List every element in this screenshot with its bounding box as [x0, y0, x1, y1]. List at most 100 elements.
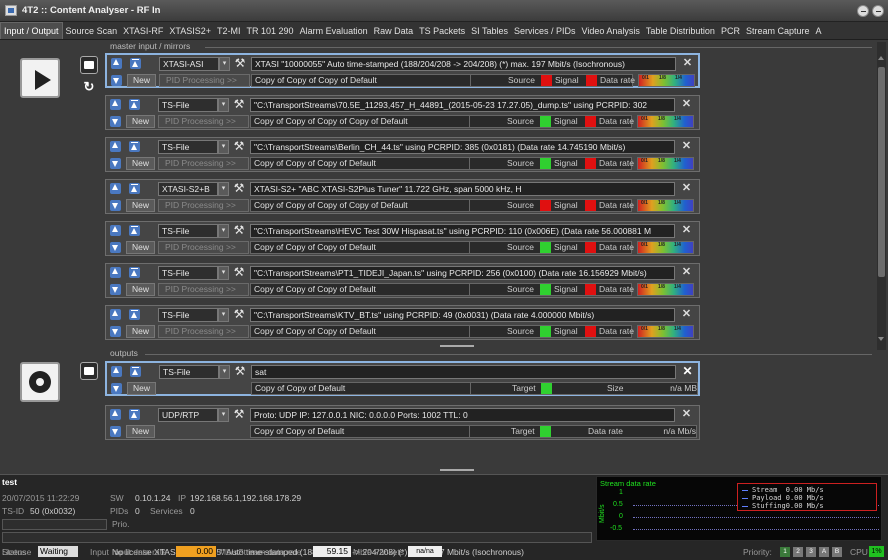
scroll-thumb[interactable]: [878, 67, 885, 277]
move-up-icon[interactable]: [111, 58, 122, 69]
chevron-down-icon[interactable]: ▾: [219, 365, 230, 379]
output-description[interactable]: Proto: UDP IP: 127.0.0.1 NIC: 0.0.0.0 Po…: [250, 408, 675, 422]
source-type-select[interactable]: TS-File: [158, 140, 218, 154]
move-top-icon[interactable]: [129, 183, 140, 194]
record-button[interactable]: [20, 362, 60, 402]
new-button[interactable]: New: [126, 425, 155, 438]
profile-field[interactable]: Copy of Copy of Copy of Default: [250, 325, 470, 338]
input-row[interactable]: New XTASI-ASI ▾ ⚒ XTASI "10000055" Auto time…: [105, 53, 700, 88]
tools-icon[interactable]: ⚒: [233, 264, 245, 280]
tab-services-pids[interactable]: Services / PIDs: [511, 23, 579, 39]
output-row[interactable]: New TS-File ▾ ⚒ sat ✕ Copy of Copy of Default T…: [105, 361, 700, 396]
source-description[interactable]: "C:\TransportStreams\HEVC Test 30W Hispa…: [250, 224, 675, 238]
tab-raw-data[interactable]: Raw Data: [371, 23, 417, 39]
priority-button[interactable]: A: [819, 547, 829, 557]
new-button[interactable]: New: [126, 199, 155, 212]
chevron-down-icon[interactable]: ▾: [218, 98, 229, 112]
move-down-icon[interactable]: [110, 242, 121, 253]
source-description[interactable]: XTASI "10000055" Auto time-stamped (188/…: [251, 57, 676, 71]
move-top-icon[interactable]: [129, 225, 140, 236]
priority-button[interactable]: 3: [806, 547, 816, 557]
pid-processing-button[interactable]: PID Processing >>: [158, 199, 249, 212]
output-row[interactable]: New UDP/RTP ▾ ⚒ Proto: UDP IP: 127.0.0.1 NIC…: [105, 405, 700, 440]
close-icon[interactable]: ✕: [681, 364, 694, 378]
refresh-icon[interactable]: ↻: [81, 80, 97, 94]
tab-t2-mi[interactable]: T2-MI: [214, 23, 244, 39]
move-top-icon[interactable]: [129, 409, 140, 420]
new-button[interactable]: New: [126, 283, 155, 296]
source-description[interactable]: "C:\TransportStreams\Berlin_CH_44.ts" us…: [250, 140, 675, 154]
profile-field[interactable]: Copy of Copy of Copy of Default: [251, 74, 471, 87]
move-top-icon[interactable]: [129, 141, 140, 152]
source-description[interactable]: "C:\TransportStreams\PT1_TIDEJI_Japan.ts…: [250, 266, 675, 280]
tab-a[interactable]: A: [812, 23, 824, 39]
pid-processing-button[interactable]: PID Processing >>: [158, 325, 249, 338]
priority-button[interactable]: B: [832, 547, 842, 557]
pid-processing-button[interactable]: PID Processing >>: [158, 241, 249, 254]
tab-si-tables[interactable]: SI Tables: [468, 23, 511, 39]
stop-button[interactable]: [80, 56, 98, 74]
priority-button[interactable]: 2: [793, 547, 803, 557]
input-row[interactable]: New TS-File ▾ ⚒ "C:\TransportStreams\PT1_TID…: [105, 263, 700, 298]
move-top-icon[interactable]: [130, 58, 141, 69]
tab-tr-101-290[interactable]: TR 101 290: [244, 23, 297, 39]
move-up-icon[interactable]: [110, 141, 121, 152]
new-button[interactable]: New: [126, 115, 155, 128]
profile-field[interactable]: Copy of Copy of Default: [251, 382, 471, 395]
pid-processing-button[interactable]: PID Processing >>: [158, 283, 249, 296]
scroll-down-icon[interactable]: [878, 337, 884, 341]
chevron-down-icon[interactable]: ▾: [219, 57, 230, 71]
chevron-down-icon[interactable]: ▾: [218, 266, 229, 280]
tools-icon[interactable]: ⚒: [234, 55, 246, 71]
close-window-button[interactable]: [872, 5, 884, 17]
profile-field[interactable]: Copy of Copy of Default: [250, 425, 470, 438]
move-up-icon[interactable]: [110, 309, 121, 320]
splitter-handle[interactable]: [440, 469, 474, 471]
close-icon[interactable]: ✕: [680, 407, 693, 421]
pid-processing-button[interactable]: PID Processing >>: [159, 74, 250, 87]
tab-input-output[interactable]: Input / Output: [0, 22, 63, 39]
move-up-icon[interactable]: [110, 409, 121, 420]
source-type-select[interactable]: XTASI-S2+B: [158, 182, 218, 196]
close-icon[interactable]: ✕: [680, 181, 693, 195]
minimize-button[interactable]: [857, 5, 869, 17]
close-icon[interactable]: ✕: [680, 223, 693, 237]
chevron-down-icon[interactable]: ▾: [218, 182, 229, 196]
profile-field[interactable]: Copy of Copy of Copy of Default: [250, 157, 470, 170]
new-button[interactable]: New: [126, 325, 155, 338]
move-down-icon[interactable]: [110, 426, 121, 437]
tab-source-scan[interactable]: Source Scan: [63, 23, 121, 39]
close-icon[interactable]: ✕: [680, 265, 693, 279]
tab-xtasis2[interactable]: XTASIS2+: [166, 23, 214, 39]
tools-icon[interactable]: ⚒: [233, 180, 245, 196]
chevron-down-icon[interactable]: ▾: [218, 408, 229, 422]
move-down-icon[interactable]: [110, 200, 121, 211]
profile-field[interactable]: Copy of Copy of Copy of Default: [250, 283, 470, 296]
tab-table-distribution[interactable]: Table Distribution: [643, 23, 718, 39]
source-description[interactable]: XTASI-S2+ "ABC XTASI-S2Plus Tuner" 11.72…: [250, 182, 675, 196]
new-button[interactable]: New: [126, 241, 155, 254]
input-row[interactable]: New TS-File ▾ ⚒ "C:\TransportStreams\70.5E_1…: [105, 95, 700, 130]
source-type-select[interactable]: TS-File: [158, 224, 218, 238]
pid-processing-button[interactable]: PID Processing >>: [158, 115, 249, 128]
profile-field[interactable]: Copy of Copy of Copy of Copy of Default: [250, 199, 470, 212]
move-up-icon[interactable]: [110, 183, 121, 194]
source-description[interactable]: "C:\TransportStreams\KTV_BT.ts" using PC…: [250, 308, 675, 322]
tools-icon[interactable]: ⚒: [233, 138, 245, 154]
new-button[interactable]: New: [127, 74, 156, 87]
tools-icon[interactable]: ⚒: [233, 222, 245, 238]
chevron-down-icon[interactable]: ▾: [218, 308, 229, 322]
new-button[interactable]: New: [127, 382, 156, 395]
tab-pcr[interactable]: PCR: [718, 23, 743, 39]
tab-alarm-evaluation[interactable]: Alarm Evaluation: [297, 23, 371, 39]
move-up-icon[interactable]: [110, 225, 121, 236]
source-description[interactable]: "C:\TransportStreams\70.5E_11293,457_H_4…: [250, 98, 675, 112]
profile-field[interactable]: Copy of Copy of Copy of Copy of Default: [250, 115, 470, 128]
move-down-icon[interactable]: [111, 75, 122, 86]
input-row[interactable]: New TS-File ▾ ⚒ "C:\TransportStreams\HEVC Te…: [105, 221, 700, 256]
tab-ts-packets[interactable]: TS Packets: [416, 23, 468, 39]
close-icon[interactable]: ✕: [680, 139, 693, 153]
tab-video-analysis[interactable]: Video Analysis: [579, 23, 643, 39]
move-top-icon[interactable]: [130, 366, 141, 377]
move-down-icon[interactable]: [110, 284, 121, 295]
